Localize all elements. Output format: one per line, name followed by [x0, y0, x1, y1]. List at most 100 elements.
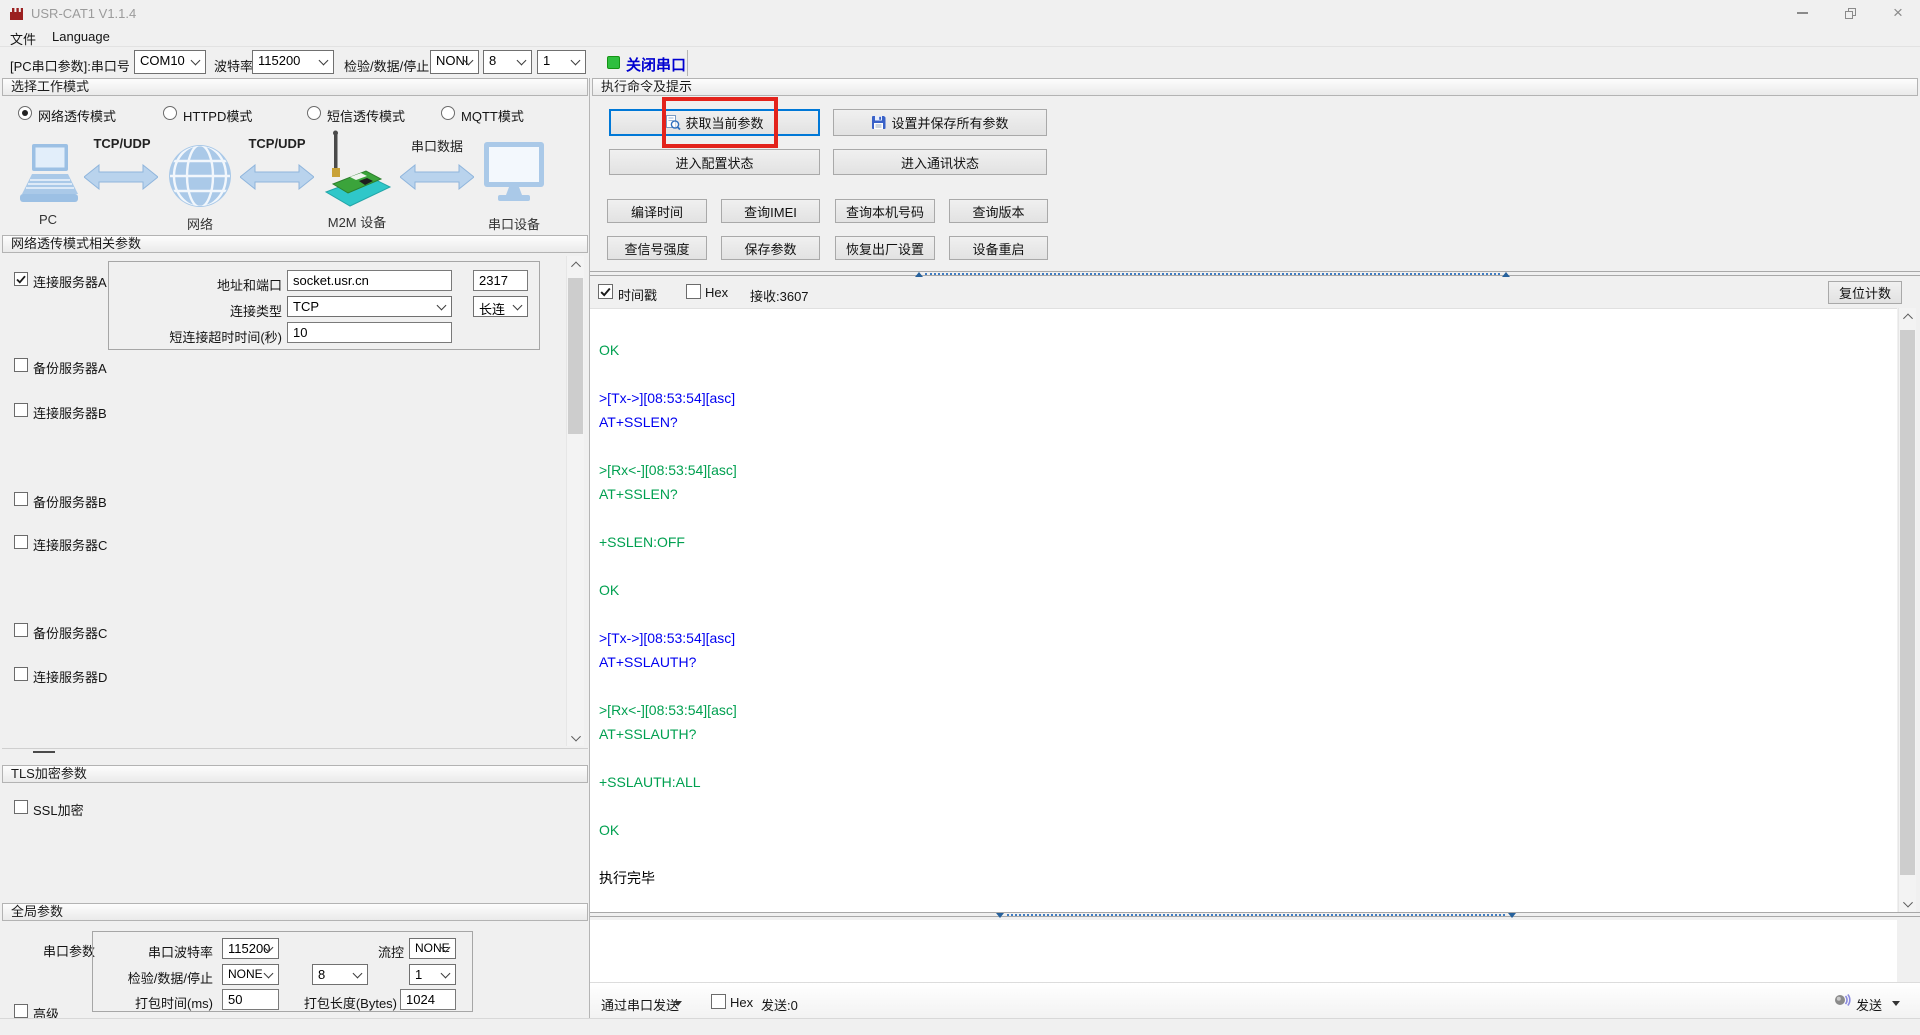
- arrow-left-right-icon: [240, 164, 314, 190]
- query-version-button[interactable]: 查询版本: [949, 199, 1048, 223]
- log-line: OK: [599, 582, 620, 598]
- log-line: >[Rx<-][08:53:54][asc]: [599, 462, 737, 478]
- backup-server-b-checkbox[interactable]: [14, 492, 28, 506]
- diagram-link1-label: TCP/UDP: [93, 136, 151, 151]
- log-scrollbar-thumb[interactable]: [1900, 330, 1915, 875]
- port-open-status-icon: [607, 56, 620, 69]
- menu-file[interactable]: 文件: [10, 29, 36, 48]
- m2m-device-icon: [324, 130, 392, 207]
- get-current-params-button[interactable]: 获取当前参数: [609, 109, 820, 136]
- splitter-collapse-icon[interactable]: [915, 272, 923, 277]
- chevron-down-icon: [516, 55, 527, 66]
- app-window: USR-CAT1 V1.1.4 × 文件 Language [PC串口参数]:串…: [0, 0, 1920, 1035]
- enter-comm-state-button[interactable]: 进入通讯状态: [833, 149, 1047, 175]
- backup-server-a-checkbox[interactable]: [14, 358, 28, 372]
- serial-parity-select[interactable]: NONE: [222, 964, 279, 985]
- search-document-icon: [666, 114, 682, 130]
- baud-select[interactable]: 115200: [252, 50, 334, 74]
- diagram-link2-label: TCP/UDP: [248, 136, 306, 151]
- conn-type-select[interactable]: TCP: [287, 296, 452, 317]
- splitter-collapse-icon[interactable]: [1508, 913, 1516, 918]
- scroll-down-icon[interactable]: [1899, 895, 1916, 912]
- log-top-splitter[interactable]: [590, 271, 1920, 277]
- set-save-all-params-button[interactable]: 设置并保存所有参数: [833, 109, 1047, 136]
- stop-bits-select[interactable]: 1: [537, 50, 586, 74]
- save-params-button[interactable]: 保存参数: [721, 236, 820, 260]
- server-c-checkbox[interactable]: [14, 535, 28, 549]
- serial-data-bits-select[interactable]: 8: [312, 964, 368, 985]
- scroll-up-icon[interactable]: [567, 256, 584, 273]
- radio-mqtt-mode[interactable]: [441, 106, 455, 120]
- compile-time-button[interactable]: 编译时间: [607, 199, 707, 223]
- recv-hex-checkbox[interactable]: [686, 284, 701, 299]
- flow-control-select[interactable]: NONE: [409, 938, 456, 959]
- collapsed-splitter-handle[interactable]: [33, 751, 55, 753]
- menu-bar: 文件 Language: [0, 27, 1920, 47]
- server-a-port-input[interactable]: 2317: [473, 270, 528, 291]
- log-output-area[interactable]: [590, 308, 1897, 912]
- pack-time-input[interactable]: 50: [222, 989, 279, 1010]
- log-line: OK: [599, 822, 620, 838]
- server-a-address-input[interactable]: socket.usr.cn: [287, 270, 452, 291]
- diagram-node-pc-label: PC: [38, 212, 58, 227]
- enter-config-state-button[interactable]: 进入配置状态: [609, 149, 820, 175]
- scroll-up-icon[interactable]: [1899, 308, 1916, 325]
- short-timeout-input[interactable]: 10: [287, 322, 452, 343]
- data-bits-select[interactable]: 8: [483, 50, 532, 74]
- send-hex-checkbox[interactable]: [711, 994, 726, 1009]
- query-imei-button[interactable]: 查询IMEI: [721, 199, 820, 223]
- send-via-serial-dropdown[interactable]: 通过串口发送: [601, 995, 679, 1014]
- device-restart-button[interactable]: 设备重启: [949, 236, 1048, 260]
- params-scrollbar[interactable]: [566, 256, 584, 746]
- serial-baud-select[interactable]: 115200: [222, 938, 279, 959]
- send-input-area[interactable]: [590, 920, 1897, 982]
- radio-sms-mode[interactable]: [307, 106, 321, 120]
- chevron-down-icon[interactable]: [1892, 1001, 1900, 1006]
- query-local-number-button[interactable]: 查询本机号码: [835, 199, 935, 223]
- diagram-node-serial-label: 串口设备: [487, 217, 541, 232]
- minimize-button[interactable]: [1785, 0, 1819, 26]
- restore-button[interactable]: [1833, 0, 1867, 26]
- arrow-left-right-icon: [84, 164, 158, 190]
- radio-net-transparent-mode[interactable]: [18, 106, 32, 120]
- serial-stop-bits-select[interactable]: 1: [409, 964, 456, 985]
- send-button[interactable]: 发送: [1856, 995, 1882, 1014]
- splitter-collapse-icon[interactable]: [996, 913, 1004, 918]
- radio-httpd-mode[interactable]: [163, 106, 177, 120]
- close-port-button[interactable]: 关闭串口: [626, 54, 686, 75]
- tls-header: TLS加密参数: [2, 765, 588, 783]
- advanced-checkbox[interactable]: [14, 1004, 28, 1018]
- close-button[interactable]: ×: [1881, 0, 1915, 26]
- serial-baud-label: 串口波特率: [147, 945, 213, 960]
- chevron-down-icon[interactable]: [674, 1001, 682, 1006]
- reset-counter-button[interactable]: 复位计数: [1828, 281, 1902, 304]
- query-signal-button[interactable]: 查信号强度: [607, 236, 707, 260]
- keep-mode-select[interactable]: 长连: [473, 296, 528, 317]
- send-bar: 通过串口发送 Hex 发送:0 发送: [590, 982, 1920, 1018]
- log-scrollbar[interactable]: [1898, 308, 1916, 912]
- backup-server-a-label: 备份服务器A: [33, 361, 107, 376]
- parity-data-stop-label: 检验/数据/停止: [344, 59, 430, 74]
- server-b-checkbox[interactable]: [14, 403, 28, 417]
- timestamp-checkbox[interactable]: [598, 284, 613, 299]
- ssl-label: SSL加密: [33, 803, 84, 818]
- factory-reset-button[interactable]: 恢复出厂设置: [835, 236, 935, 260]
- pack-len-input[interactable]: 1024: [400, 989, 456, 1010]
- com-port-select[interactable]: COM10: [134, 50, 206, 74]
- log-line: >[Tx->][08:53:54][asc]: [599, 390, 736, 406]
- send-splitter[interactable]: [590, 912, 1920, 918]
- params-scrollbar-thumb[interactable]: [568, 278, 583, 434]
- server-d-checkbox[interactable]: [14, 667, 28, 681]
- chevron-down-icon: [190, 55, 201, 66]
- log-line: AT+SSLEN?: [599, 486, 678, 502]
- splitter-collapse-icon[interactable]: [1502, 272, 1510, 277]
- menu-language[interactable]: Language: [52, 29, 110, 44]
- send-hex-label: Hex: [730, 995, 754, 1010]
- server-a-checkbox[interactable]: [14, 272, 28, 286]
- pc-laptop-icon: [20, 144, 78, 202]
- commands-header: 执行命令及提示: [592, 78, 1918, 96]
- backup-server-c-checkbox[interactable]: [14, 623, 28, 637]
- scroll-down-icon[interactable]: [567, 729, 584, 746]
- ssl-checkbox[interactable]: [14, 800, 28, 814]
- parity-select[interactable]: NONI: [430, 50, 479, 74]
